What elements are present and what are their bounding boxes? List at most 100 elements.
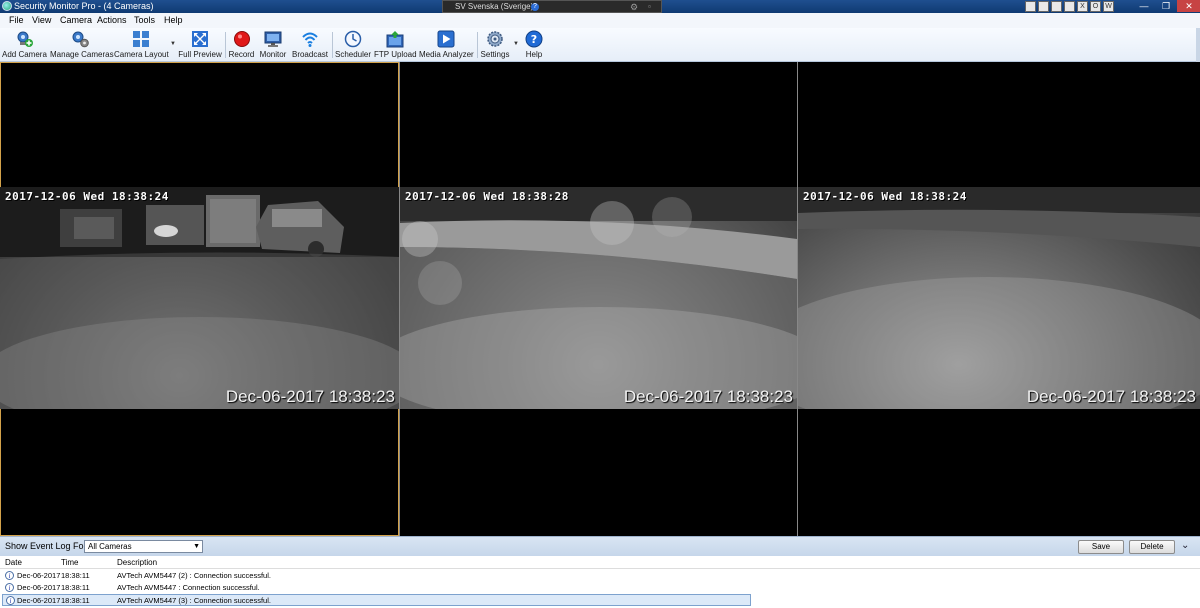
tray-icons: X O W: [1025, 0, 1114, 13]
column-time[interactable]: Time: [61, 556, 78, 569]
maximize-button[interactable]: ❐: [1155, 0, 1177, 12]
camera-feed-1[interactable]: 2017-12-06 Wed 18:38:24 Dec-06-2017 18:3…: [0, 187, 399, 409]
menu-view[interactable]: View: [32, 14, 51, 27]
toolbar-separator: [477, 32, 478, 58]
monitor-button[interactable]: Monitor: [258, 29, 288, 60]
event-log-header: Date Time Description: [0, 556, 1200, 569]
manage-cameras-icon: [72, 31, 89, 48]
toolbar: Add Camera Manage Cameras Camera Layout …: [0, 28, 1200, 62]
tray-outlook-icon[interactable]: O: [1090, 1, 1101, 12]
column-date[interactable]: Date: [5, 556, 22, 569]
full-preview-icon: [192, 31, 208, 47]
row-time: 18:38:11: [61, 596, 90, 605]
row-time: 18:38:11: [61, 583, 90, 592]
row-description: AVTech AVM5447 (3) : Connection successf…: [117, 596, 271, 605]
camera-pane-2[interactable]: 2017-12-06 Wed 18:38:28 Dec-06-2017 18:3…: [400, 62, 797, 536]
manage-cameras-button[interactable]: Manage Cameras: [50, 29, 114, 60]
menu-actions[interactable]: Actions: [97, 14, 127, 27]
menu-camera[interactable]: Camera: [60, 14, 92, 27]
media-analyzer-button[interactable]: Media Analyzer: [419, 29, 474, 60]
add-camera-icon: [17, 31, 33, 47]
tray-app-icon[interactable]: [1025, 1, 1036, 12]
scheduler-label: Scheduler: [335, 50, 372, 59]
toolbar-edge: [1196, 28, 1200, 62]
close-button[interactable]: ✕: [1177, 0, 1200, 12]
column-description[interactable]: Description: [117, 556, 157, 569]
record-label: Record: [228, 50, 255, 59]
chevron-down-icon: ▼: [193, 543, 200, 550]
camera-3-overlay-timestamp: Dec-06-2017 18:38:23: [1026, 387, 1196, 406]
camera-pane-1[interactable]: 2017-12-06 Wed 18:38:24 Dec-06-2017 18:3…: [0, 62, 399, 536]
event-log-toolbar: Show Event Log For: All Cameras ▼ Save D…: [0, 536, 1200, 556]
event-log-row[interactable]: i Dec-06-2017 18:38:11 AVTech AVM5447 : …: [2, 582, 751, 594]
camera-layout-button[interactable]: Camera Layout: [114, 29, 169, 60]
settings-label: Settings: [480, 50, 510, 59]
camera-3-osd-timestamp: 2017-12-06 Wed 18:38:24: [803, 190, 967, 203]
ftp-upload-icon: [386, 31, 404, 48]
scene-shapes-3: [798, 187, 1200, 409]
tray-media-icon[interactable]: [1064, 1, 1075, 12]
info-icon: i: [5, 571, 14, 580]
row-description: AVTech AVM5447 : Connection successful.: [117, 583, 260, 592]
menu-file[interactable]: File: [9, 14, 24, 27]
camera-1-osd-timestamp: 2017-12-06 Wed 18:38:24: [5, 190, 169, 203]
menu-tools[interactable]: Tools: [134, 14, 155, 27]
camera-2-overlay-timestamp: Dec-06-2017 18:38:23: [623, 387, 793, 406]
language-settings-icon[interactable]: ⚙: [630, 1, 638, 13]
info-icon: i: [6, 596, 15, 605]
camera-pane-3[interactable]: 2017-12-06 Wed 18:38:24 Dec-06-2017 18:3…: [798, 62, 1200, 536]
menu-bar: File View Camera Actions Tools Help: [0, 13, 1200, 28]
camera-feed-3[interactable]: 2017-12-06 Wed 18:38:24 Dec-06-2017 18:3…: [798, 187, 1200, 409]
collapse-panel-icon[interactable]: ⌄: [1181, 540, 1189, 551]
event-log-row[interactable]: i Dec-06-2017 18:38:11 AVTech AVM5447 (2…: [2, 570, 751, 582]
language-help-icon[interactable]: ?: [531, 3, 539, 11]
event-log-filter-label: Show Event Log For:: [5, 541, 90, 551]
language-label: SV Svenska (Sverige): [455, 2, 534, 11]
row-date: Dec-06-2017: [17, 583, 61, 592]
media-analyzer-icon: [437, 30, 455, 48]
camera-layout-label: Camera Layout: [114, 50, 169, 59]
help-button[interactable]: ? Help: [521, 29, 547, 60]
monitor-label: Monitor: [259, 50, 287, 59]
monitor-icon: [264, 31, 282, 47]
broadcast-label: Broadcast: [291, 50, 329, 59]
settings-button[interactable]: Settings: [480, 29, 510, 60]
scheduler-button[interactable]: Scheduler: [335, 29, 371, 60]
tray-doc-icon[interactable]: [1038, 1, 1049, 12]
window-title: Security Monitor Pro - (4 Cameras): [14, 1, 154, 11]
scheduler-icon: [344, 30, 362, 48]
add-camera-button[interactable]: Add Camera: [2, 29, 47, 60]
add-camera-label: Add Camera: [2, 50, 47, 59]
media-analyzer-label: Media Analyzer: [419, 50, 474, 59]
event-log-row-selected[interactable]: i Dec-06-2017 18:38:11 AVTech AVM5447 (3…: [2, 594, 751, 606]
row-date: Dec-06-2017: [17, 571, 61, 580]
help-icon: ?: [525, 30, 543, 48]
manage-cameras-label: Manage Cameras: [50, 50, 114, 59]
tray-word-icon[interactable]: W: [1103, 1, 1114, 12]
settings-icon: [487, 31, 503, 47]
tray-folder-icon[interactable]: [1051, 1, 1062, 12]
record-button[interactable]: Record: [228, 29, 255, 60]
app-icon: [2, 1, 12, 11]
broadcast-icon: [302, 32, 318, 47]
language-bar[interactable]: SV Svenska (Sverige) ? ⚙ ▫: [442, 0, 662, 13]
row-description: AVTech AVM5447 (2) : Connection successf…: [117, 571, 271, 580]
camera-layout-dropdown-icon[interactable]: ▼: [170, 41, 176, 47]
toolbar-separator: [332, 32, 333, 58]
delete-button[interactable]: Delete: [1129, 540, 1175, 554]
full-preview-button[interactable]: Full Preview: [178, 29, 222, 60]
minimize-button[interactable]: —: [1133, 0, 1155, 12]
camera-feed-2[interactable]: 2017-12-06 Wed 18:38:28 Dec-06-2017 18:3…: [400, 187, 797, 409]
event-log-camera-select[interactable]: All Cameras ▼: [84, 540, 203, 553]
help-label: Help: [525, 50, 543, 59]
event-log-list: i Dec-06-2017 18:38:11 AVTech AVM5447 (2…: [0, 569, 1200, 608]
settings-dropdown-icon[interactable]: ▼: [513, 41, 519, 47]
save-button[interactable]: Save: [1078, 540, 1124, 554]
language-minimize-icon[interactable]: ▫: [648, 1, 651, 13]
ftp-upload-button[interactable]: FTP Upload: [374, 29, 417, 60]
tray-excel-icon[interactable]: X: [1077, 1, 1088, 12]
broadcast-button[interactable]: Broadcast: [291, 29, 329, 60]
svg-text:?: ?: [531, 33, 537, 46]
info-icon: i: [5, 583, 14, 592]
menu-help[interactable]: Help: [164, 14, 183, 27]
